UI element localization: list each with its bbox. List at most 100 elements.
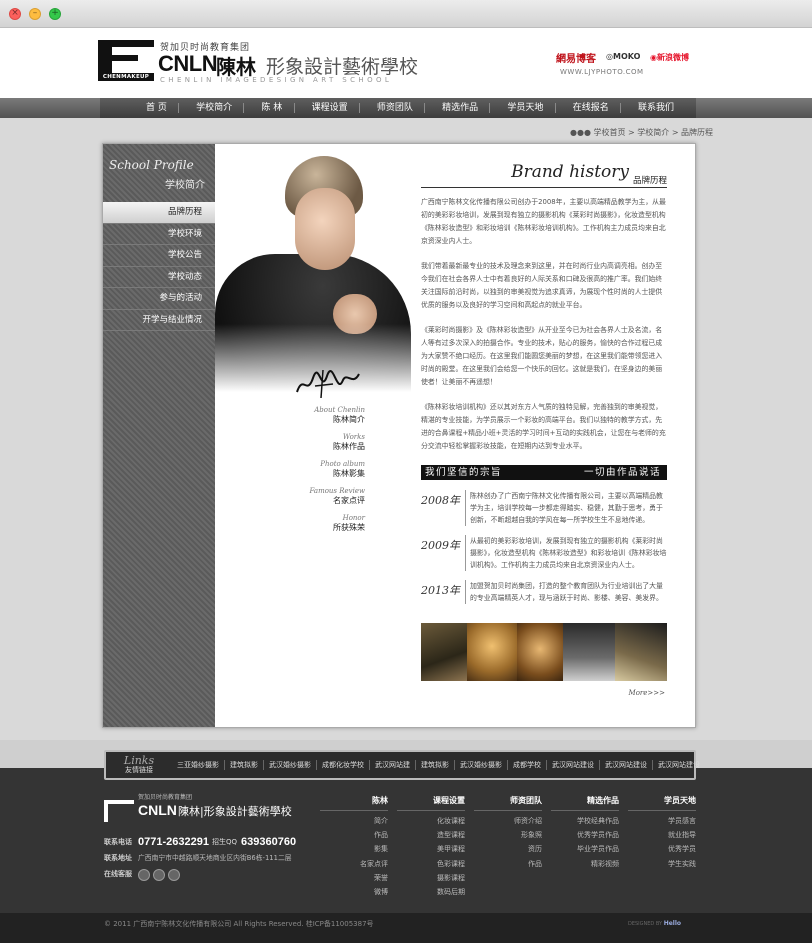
moko-link[interactable]: ◎MOKO	[606, 52, 640, 61]
sidebar-title: School Profile 学校简介	[109, 158, 209, 198]
footer-link[interactable]: 形象照	[474, 828, 542, 842]
friend-link[interactable]: 武汉网站建设	[547, 760, 600, 770]
slogan-banner: 我们坚信的宗旨 一切由作品说话	[421, 465, 667, 480]
timeline-year: 2008年	[421, 494, 460, 507]
minimize-window-button[interactable]: –	[29, 8, 41, 20]
nav-item[interactable]: 师资团队	[358, 98, 421, 118]
footer-link[interactable]: 数码后期	[397, 885, 465, 899]
nav-item[interactable]: 陈 林	[243, 98, 290, 118]
footer-link[interactable]: 毕业学员作品	[551, 842, 619, 856]
copyright-bar: © 2011 广西南宁陈林文化传播有限公司 All Rights Reserve…	[0, 913, 812, 943]
friend-link[interactable]: 成都化妆学校	[317, 760, 370, 770]
nav-item[interactable]: 学校简介	[178, 98, 240, 118]
footer-link[interactable]: 美甲课程	[397, 842, 465, 856]
footer-link[interactable]: 名家点评	[320, 857, 388, 871]
chenlin-link-item[interactable]: Photo album 陈林影集	[303, 460, 365, 479]
footer-link[interactable]: 化妆课程	[397, 814, 465, 828]
footer-link[interactable]: 精彩视频	[551, 857, 619, 871]
qq-chat-icon[interactable]	[153, 869, 165, 881]
footer-link[interactable]: 师资介绍	[474, 814, 542, 828]
timeline-year: 2013年	[421, 584, 460, 597]
footer-link[interactable]: 色彩课程	[397, 857, 465, 871]
breadcrumb: ●●● 学校首页 > 学校简介 > 品牌历程	[570, 128, 714, 137]
footer-column-title[interactable]: 学员天地	[628, 795, 696, 811]
friend-link[interactable]: 三亚婚纱摄影	[172, 760, 225, 770]
chenlin-link-item[interactable]: About Chenlin 陈林简介	[303, 406, 365, 425]
environment-photo[interactable]	[615, 623, 667, 681]
footer-logo[interactable]: 贺加贝时尚教育集团 CNLN 陳林|形象設計藝術學校	[104, 794, 294, 822]
footer-link[interactable]: 优秀学员	[628, 842, 696, 856]
friend-link[interactable]: 成都学校	[508, 760, 547, 770]
qq-label: 招生QQ	[212, 838, 238, 846]
designer-credit[interactable]: DESIGNED BY Hello	[628, 920, 681, 927]
environment-photo[interactable]	[517, 623, 563, 681]
footer-link[interactable]: 作品	[320, 828, 388, 842]
logo-sub: CHENMAKEUP	[98, 73, 154, 81]
qq-chat-icon[interactable]	[138, 869, 150, 881]
site-logo[interactable]: CHENMAKEUP 贺加贝时尚教育集团 CNLN 陳林 形象設計藝術學校 CH…	[98, 40, 418, 86]
footer-link[interactable]: 摄影课程	[397, 871, 465, 885]
footer-sitemap: 陈林 简介 作品 影集 名家点评 荣誉 微博 课程设置 化妆课程 造型课程 美甲课程 色彩课程 摄影课程…	[320, 795, 696, 899]
footer-link[interactable]: 影集	[320, 842, 388, 856]
close-window-button[interactable]: ×	[9, 8, 21, 20]
footer-link[interactable]: 学校经典作品	[551, 814, 619, 828]
sidebar-menu: 品牌历程 学校环境 学校公告 学校动态 参与的活动 开学与结业情况	[103, 202, 215, 331]
friend-link[interactable]: 武汉网站建设	[600, 760, 653, 770]
timeline-text: 陈林创办了广西南宁陈林文化传播有限公司，主要以高端精品教学为主，培训学校每一步都…	[465, 490, 667, 526]
friend-link[interactable]: 武汉婚纱摄影	[455, 760, 508, 770]
timeline-text: 从最初的美彩彩妆培训，发展到现有独立的摄影机构《莱彩时尚摄影》，化妆造型机构《陈…	[465, 535, 667, 571]
footer-column: 精选作品学校经典作品 优秀学员作品 毕业学员作品 精彩视频	[551, 795, 619, 899]
sidebar-item[interactable]: 学校公告	[103, 245, 215, 267]
sidebar-title-en: School Profile	[109, 158, 194, 172]
footer-link[interactable]: 资历	[474, 842, 542, 856]
weibo-icon: ◉	[650, 53, 657, 62]
nav-item[interactable]: 学员天地	[489, 98, 551, 118]
nav-item[interactable]: 在线报名	[554, 98, 617, 118]
qq-chat-icon[interactable]	[168, 869, 180, 881]
footer-link[interactable]: 荣誉	[320, 871, 388, 885]
footer-link[interactable]: 学生实践	[628, 857, 696, 871]
timeline-entry: 2008年 陈林创办了广西南宁陈林文化传播有限公司，主要以高端精品教学为主，培训学…	[421, 490, 667, 526]
sidebar-item[interactable]: 开学与结业情况	[103, 310, 215, 331]
footer-column-title[interactable]: 师资团队	[474, 795, 542, 811]
environment-photo[interactable]	[467, 623, 517, 681]
footer-link[interactable]: 优秀学员作品	[551, 828, 619, 842]
environment-photo[interactable]	[563, 623, 615, 681]
friend-link[interactable]: 武汉网站建	[370, 760, 416, 770]
friend-links-list: 三亚婚纱摄影 建筑拟影 武汉婚纱摄影 成都化妆学校 武汉网站建 建筑拟影 武汉婚纱摄影 成都学…	[172, 760, 705, 770]
chenlin-link-cn: 名家点评	[333, 496, 365, 505]
friend-link[interactable]: 武汉婚纱摄影	[264, 760, 317, 770]
main-content: Brand history 品牌历程 广西南宁陈林文化传播有限公司创办于2008…	[421, 162, 667, 697]
footer-link[interactable]: 就业指导	[628, 828, 696, 842]
chenlin-link-item[interactable]: Famous Review 名家点评	[303, 487, 365, 506]
netease-blog-link[interactable]: 網易博客	[556, 50, 596, 65]
footer-column-title[interactable]: 精选作品	[551, 795, 619, 811]
footer-column-title[interactable]: 课程设置	[397, 795, 465, 811]
friend-link[interactable]: 建筑拟影	[416, 760, 455, 770]
maximize-window-button[interactable]: +	[49, 8, 61, 20]
main-nav: 首 页学校简介陈 林课程设置 师资团队 精选作品 学员天地 在线报名 联系我们	[0, 98, 812, 118]
more-link[interactable]: More>>>	[629, 689, 665, 697]
sidebar-item[interactable]: 品牌历程	[103, 202, 215, 224]
nav-item[interactable]: 课程设置	[293, 98, 356, 118]
chenlin-link-item[interactable]: Works 陈林作品	[303, 433, 365, 452]
nav-item[interactable]: 联系我们	[619, 98, 682, 118]
footer-link[interactable]: 简介	[320, 814, 388, 828]
footer-column-title[interactable]: 陈林	[320, 795, 388, 811]
footer-link[interactable]: 微博	[320, 885, 388, 899]
minimize-icon: –	[32, 8, 38, 18]
nav-item[interactable]: 首 页	[138, 98, 175, 118]
footer-link[interactable]: 作品	[474, 857, 542, 871]
friend-link[interactable]: 武汉网站建设	[653, 760, 705, 770]
nav-item[interactable]: 精选作品	[424, 98, 486, 118]
environment-photo[interactable]	[421, 623, 467, 681]
weibo-link[interactable]: ◉新浪微博	[650, 52, 689, 63]
footer-link[interactable]: 造型课程	[397, 828, 465, 842]
sidebar-item[interactable]: 学校动态	[103, 267, 215, 288]
footer-link[interactable]: 学员感言	[628, 814, 696, 828]
sidebar-item[interactable]: 学校环境	[103, 224, 215, 245]
sidebar-item[interactable]: 参与的活动	[103, 288, 215, 310]
chenlin-link-item[interactable]: Honor 所获殊荣	[303, 514, 365, 533]
friend-link[interactable]: 建筑拟影	[225, 760, 264, 770]
footer-contact: 联系电话 0771-2632291 招生QQ 639360760 联系地址 广西…	[104, 834, 304, 882]
